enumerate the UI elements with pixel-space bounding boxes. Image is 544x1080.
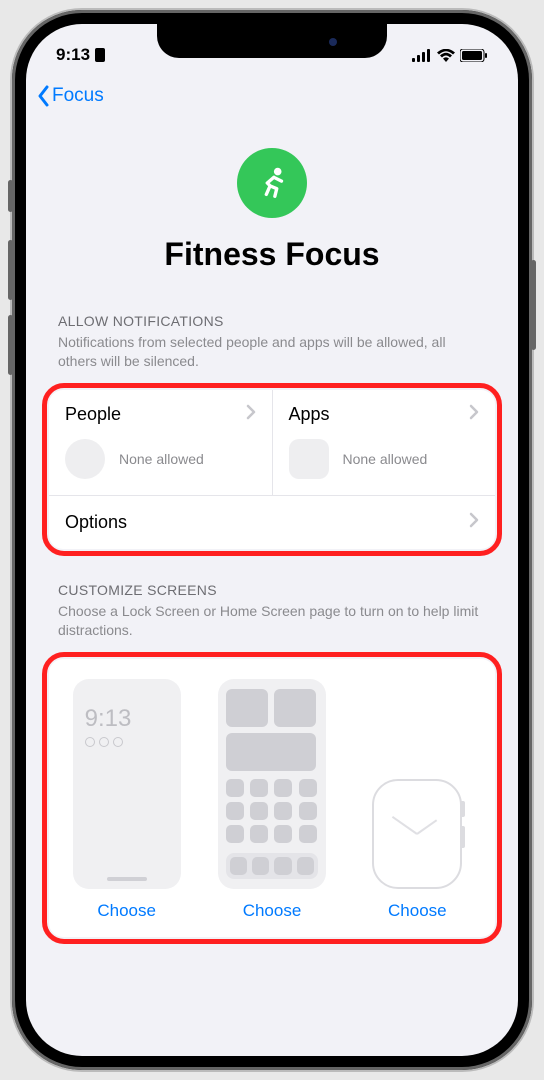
back-button[interactable]: Focus [36,85,104,107]
running-figure-icon [253,164,291,202]
back-label: Focus [52,85,104,107]
notifications-card: People None allowed Apps [49,390,495,549]
battery-icon [460,49,488,62]
watch-face-preview[interactable] [372,779,462,889]
status-time: 9:13 [56,45,90,65]
notifications-desc: Notifications from selected people and a… [58,333,486,371]
choose-home-screen-button[interactable]: Choose [243,901,302,921]
apps-cell[interactable]: Apps None allowed [272,390,496,495]
options-label: Options [65,512,127,533]
people-label: People [65,404,121,425]
screens-card: 9:13 Choose [49,659,495,937]
focus-icon [237,148,307,218]
notifications-title: ALLOW NOTIFICATIONS [58,313,486,329]
home-screen-option: Choose [202,679,341,921]
apps-label: Apps [289,404,330,425]
nav-bar: Focus [26,74,518,118]
page-title: Fitness Focus [26,236,518,273]
screens-title: CUSTOMIZE SCREENS [58,582,486,598]
wifi-icon [437,49,455,62]
chevron-left-icon [36,85,50,107]
portrait-lock-icon [94,47,106,63]
chevron-right-icon [469,404,479,425]
lock-screen-option: 9:13 Choose [57,679,196,921]
lock-preview-time: 9:13 [85,707,169,731]
chevron-right-icon [246,404,256,425]
home-indicator [107,877,147,881]
lock-screen-preview[interactable]: 9:13 [73,679,181,889]
choose-lock-screen-button[interactable]: Choose [97,901,156,921]
chevron-right-icon [469,512,479,533]
screens-highlight: 9:13 Choose [42,652,502,944]
people-cell[interactable]: People None allowed [49,390,272,495]
screens-header: CUSTOMIZE SCREENS Choose a Lock Screen o… [26,582,518,646]
home-screen-preview[interactable] [218,679,326,889]
lock-preview-widgets [85,737,169,747]
apps-status: None allowed [343,451,428,467]
people-avatar-placeholder [65,439,105,479]
options-row[interactable]: Options [49,496,495,549]
people-status: None allowed [119,451,204,467]
home-preview-dock [226,853,318,879]
signal-icon [412,49,432,62]
apps-placeholder-icon [289,439,329,479]
watch-face-option: Choose [348,679,487,921]
hero: Fitness Focus [26,118,518,313]
notifications-header: ALLOW NOTIFICATIONS Notifications from s… [26,313,518,377]
screens-desc: Choose a Lock Screen or Home Screen page… [58,602,486,640]
notifications-highlight: People None allowed Apps [42,383,502,556]
home-preview-icons [226,779,318,843]
choose-watch-face-button[interactable]: Choose [388,901,447,921]
